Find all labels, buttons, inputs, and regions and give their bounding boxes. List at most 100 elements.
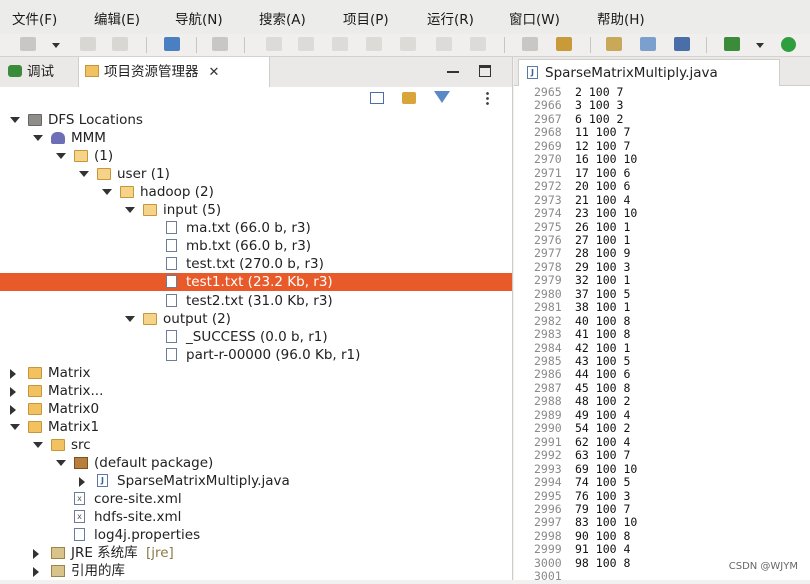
project-icon (28, 384, 42, 397)
tree-item[interactable]: x hdfs-site.xml (0, 508, 512, 526)
tree-item[interactable]: JRE 系统库 [jre] (0, 544, 512, 562)
menu-navigate[interactable]: 导航(N) (175, 8, 223, 28)
expand-down-icon[interactable] (33, 441, 43, 448)
tree-item-label: test.txt (270.0 b, r3) (186, 256, 324, 273)
tree-item[interactable]: user (1) (0, 165, 512, 183)
suspend-icon[interactable] (298, 37, 314, 51)
new-icon[interactable] (20, 37, 36, 51)
line-number: 2983 (534, 327, 562, 342)
tree-item[interactable]: test.txt (270.0 b, r3) (0, 255, 512, 273)
run-icon[interactable] (781, 37, 796, 52)
mapreduce-icon[interactable] (556, 37, 572, 51)
use-step-filters-icon[interactable] (522, 37, 538, 51)
terminal-icon[interactable] (164, 37, 180, 51)
tree-item[interactable]: src (0, 436, 512, 454)
tree-item-label: DFS Locations (48, 112, 143, 128)
tree-item-suffix: [jre] (145, 545, 174, 562)
debug-dropdown-icon[interactable] (756, 43, 764, 48)
resume-icon[interactable] (266, 37, 282, 51)
tab-debug[interactable]: 调试 (8, 57, 54, 87)
expand-right-icon[interactable] (33, 549, 39, 560)
code-line: 2994 74 100 5 (514, 476, 810, 490)
menu-window[interactable]: 窗口(W) (509, 8, 560, 28)
menu-project[interactable]: 项目(P) (343, 8, 389, 28)
tree-item[interactable]: MMM (0, 129, 512, 147)
expand-down-icon[interactable] (10, 117, 20, 123)
toolbar-separator (146, 37, 147, 53)
line-text: 74 100 5 (575, 475, 631, 490)
tree-item[interactable]: ma.txt (66.0 b, r3) (0, 219, 512, 237)
tree-item[interactable]: log4j.properties (0, 526, 512, 544)
expand-right-icon[interactable] (79, 477, 85, 487)
tree-item[interactable]: test1.txt (23.2 Kb, r3) (0, 273, 512, 292)
filter-icon[interactable] (434, 91, 450, 103)
step-into-icon[interactable] (400, 37, 416, 51)
menu-run[interactable]: 运行(R) (427, 8, 474, 28)
tree-item[interactable]: J SparseMatrixMultiply.java (0, 472, 512, 490)
expand-down-icon[interactable] (125, 207, 135, 214)
tree-item[interactable]: Matrix0 (0, 400, 512, 418)
tree-item[interactable]: DFS Locations (0, 111, 512, 129)
tree-item[interactable]: Matrix1 (0, 418, 512, 436)
tree-item[interactable]: test2.txt (31.0 Kb, r3) (0, 292, 512, 310)
tree-item-label: JRE 系统库 [jre] (71, 545, 174, 562)
expand-down-icon[interactable] (56, 153, 66, 160)
tree-item[interactable]: mb.txt (66.0 b, r3) (0, 237, 512, 255)
minimize-icon[interactable] (447, 71, 459, 73)
tree-item[interactable]: output (2) (0, 310, 512, 328)
code-view[interactable]: 2965 2 100 7 2966 3 100 3 2967 6 100 2 2968 11 … (514, 85, 810, 582)
java-file-icon: J (527, 66, 538, 79)
tree-item[interactable]: input (5) (0, 201, 512, 219)
menu-search[interactable]: 搜索(A) (259, 8, 306, 28)
line-number: 2966 (534, 98, 562, 113)
tab-project-explorer[interactable]: 项目资源管理器 ✕ (78, 57, 270, 87)
link-with-editor-icon[interactable] (402, 92, 416, 104)
step-over-icon[interactable] (436, 37, 452, 51)
code-line: 2972 20 100 6 (514, 180, 810, 194)
tree-item[interactable]: x core-site.xml (0, 490, 512, 508)
menu-edit[interactable]: 编辑(E) (94, 8, 140, 28)
tree-item[interactable]: _SUCCESS (0.0 b, r1) (0, 328, 512, 346)
disconnect-icon[interactable] (366, 37, 382, 51)
step-return-icon[interactable] (470, 37, 486, 51)
expand-right-icon[interactable] (33, 567, 39, 578)
expand-down-icon[interactable] (102, 189, 112, 196)
src-folder-icon (51, 438, 65, 451)
line-number: 2995 (534, 488, 562, 503)
menu-file[interactable]: 文件(F) (12, 8, 57, 28)
terminate-icon[interactable] (332, 37, 348, 51)
expand-right-icon[interactable] (10, 404, 16, 415)
tab-sparse-matrix-multiply[interactable]: J SparseMatrixMultiply.java (518, 59, 780, 86)
collapse-all-icon[interactable] (370, 92, 384, 104)
tree-item[interactable]: 引用的库 (0, 562, 512, 580)
tree-item[interactable]: Matrix... (0, 382, 512, 400)
expand-down-icon[interactable] (33, 135, 43, 142)
tree-item[interactable]: hadoop (2) (0, 183, 512, 201)
save-all-icon[interactable] (112, 37, 128, 51)
close-icon[interactable]: ✕ (209, 65, 220, 80)
debug-icon[interactable] (724, 37, 740, 51)
tree-item[interactable]: (default package) (0, 454, 512, 472)
expand-right-icon[interactable] (10, 368, 16, 379)
expand-down-icon[interactable] (10, 423, 20, 430)
skip-breakpoints-icon[interactable] (212, 37, 228, 51)
expand-down-icon[interactable] (56, 459, 66, 466)
tree-item-label: SparseMatrixMultiply.java (117, 473, 290, 489)
paragraph-icon[interactable] (674, 37, 690, 51)
tree-item[interactable]: Matrix (0, 364, 512, 382)
expand-down-icon[interactable] (79, 171, 89, 178)
code-line: 2988 48 100 2 (514, 395, 810, 409)
tree-item[interactable]: (1) (0, 147, 512, 165)
menu-help[interactable]: 帮助(H) (597, 8, 645, 28)
save-icon[interactable] (80, 37, 96, 51)
open-task-icon[interactable] (640, 37, 656, 51)
line-number: 2977 (534, 246, 562, 261)
view-menu-icon[interactable] (486, 91, 489, 105)
maximize-icon[interactable] (479, 65, 491, 77)
new-dropdown-icon[interactable] (52, 43, 60, 48)
line-number: 2990 (534, 421, 562, 436)
expand-right-icon[interactable] (10, 386, 16, 397)
tree-item[interactable]: part-r-00000 (96.0 Kb, r1) (0, 346, 512, 364)
expand-down-icon[interactable] (125, 315, 135, 322)
open-type-icon[interactable] (606, 37, 622, 51)
